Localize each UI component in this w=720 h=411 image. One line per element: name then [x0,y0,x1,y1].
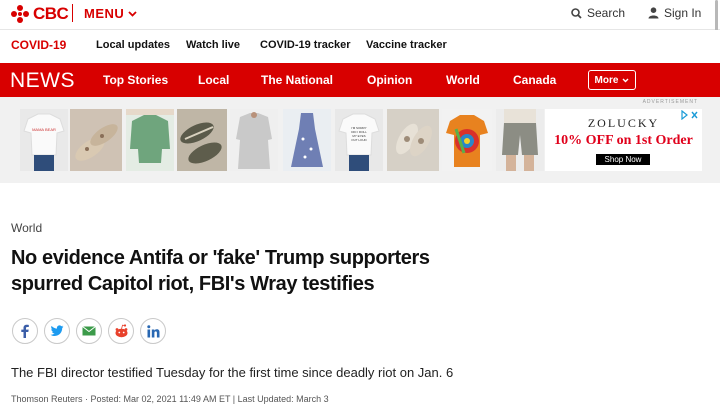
ad-product-tile[interactable] [177,109,227,171]
share-facebook-button[interactable] [12,318,38,344]
share-reddit-button[interactable] [108,318,134,344]
email-icon [82,326,96,336]
chevron-down-icon [622,78,629,82]
tshirt-image: MAMA BEAR [23,113,65,171]
subnav-item-covid-tracker[interactable]: COVID-19 tracker [260,39,351,51]
ad-product-tile[interactable]: I'M SORRY DID I ROLL MY EYES OUT LOUD [335,109,383,171]
shop-now-button[interactable]: Shop Now [596,154,650,165]
tshirt-image: I'M SORRY DID I ROLL MY EYES OUT LOUD [338,113,380,171]
ad-product-tile[interactable] [70,109,122,171]
article-byline: Thomson Reuters · Posted: Mar 02, 2021 1… [11,394,329,404]
nav-item-world[interactable]: World [446,73,480,87]
more-label: More [594,74,619,86]
search-label: Search [587,6,626,20]
news-nav-bar: NEWS Top Stories Local The National Opin… [0,63,720,97]
shorts-image [502,109,538,171]
news-section-title[interactable]: NEWS [10,69,75,93]
nav-item-local[interactable]: Local [198,73,229,87]
sign-in-label: Sign In [664,6,702,20]
nav-item-top-stories[interactable]: Top Stories [103,73,168,87]
subnav-item-vaccine-tracker[interactable]: Vaccine tracker [366,39,447,51]
ad-product-tile[interactable]: MAMA BEAR [20,109,68,171]
article-category[interactable]: World [11,221,42,235]
nav-item-the-national[interactable]: The National [261,73,333,87]
sneakers-image [180,122,222,164]
subnav-item-local-updates[interactable]: Local updates [96,39,170,51]
ad-brand: ZOLUCKY [587,116,660,130]
ad-product-tile[interactable] [496,109,544,171]
nav-item-canada[interactable]: Canada [513,73,556,87]
tie-dye-shirt-image [446,115,488,167]
search-button[interactable]: Search [571,6,625,20]
search-icon [571,7,582,19]
article-deck: The FBI director testified Tuesday for t… [11,365,454,380]
headline-line: spurred Capitol riot, FBI's Wray testifi… [11,273,375,295]
cbc-logo[interactable]: CBC [11,4,69,24]
chevron-down-icon [128,10,137,17]
ad-product-tile[interactable] [230,109,278,171]
ad-banner[interactable]: ZOLUCKY 10% OFF on 1st Order Shop Now [545,109,702,171]
ad-offer: 10% OFF on 1st Order [554,133,693,148]
ad-product-tile[interactable] [283,109,331,171]
more-button[interactable]: More [588,70,636,90]
user-icon [648,7,659,19]
share-buttons [12,318,166,344]
share-linkedin-button[interactable] [140,318,166,344]
linkedin-icon [146,324,159,337]
ad-label: ADVERTISEMENT [642,99,698,105]
twitter-icon [50,325,64,336]
svg-text:OUT LOUD: OUT LOUD [351,138,367,142]
subnav-item-covid[interactable]: COVID-19 [11,38,66,52]
reddit-icon [115,324,127,338]
subnav-item-watch-live[interactable]: Watch live [186,39,240,51]
article-headline: No evidence Antifa or 'fake' Trump suppo… [11,245,511,297]
divider [72,4,73,22]
adchoices-icon[interactable] [680,109,700,121]
ad-product-tile[interactable] [387,109,439,171]
secondary-nav: COVID-19 Local updates Watch live COVID-… [0,30,720,62]
cbc-gem-icon [11,5,29,23]
sign-in-button[interactable]: Sign In [648,6,701,20]
share-email-button[interactable] [76,318,102,344]
ad-product-tile[interactable] [126,109,174,171]
logo-text: CBC [33,4,69,23]
ad-product-tile[interactable] [442,109,492,171]
share-twitter-button[interactable] [44,318,70,344]
slip-on-shoes-image [396,123,432,157]
facebook-icon [21,324,29,338]
dress-image [291,113,323,167]
menu-label: MENU [84,6,125,21]
tunic-image [236,112,272,169]
headline-line: No evidence Antifa or 'fake' Trump suppo… [11,247,430,269]
shirt-print-text: MAMA BEAR [32,127,56,132]
shoes-image [75,124,118,161]
menu-button[interactable]: MENU [84,6,137,21]
top-bar: CBC MENU Search Sign In [0,0,720,44]
blouse-image [126,109,174,163]
nav-item-opinion[interactable]: Opinion [367,73,412,87]
